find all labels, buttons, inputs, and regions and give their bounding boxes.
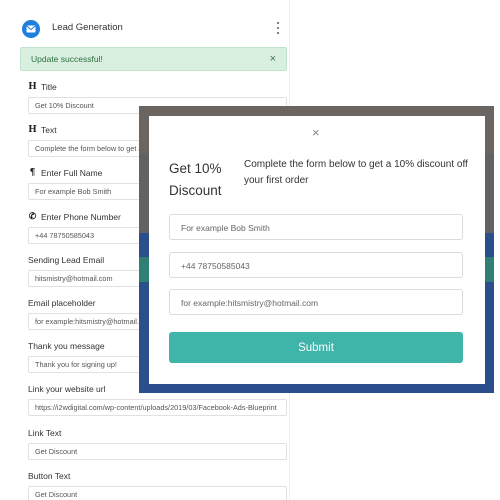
popup-description: Complete the form below to get a 10% dis… [244, 159, 468, 186]
website-url-input[interactable]: https://i2wdigital.com/wp-content/upload… [28, 399, 287, 416]
submit-button[interactable]: Submit [169, 332, 463, 363]
popup-modal: × Get 10% Discount Complete the form bel… [149, 116, 485, 384]
field-value: Get Discount [35, 447, 78, 456]
field-value: Get Discount [35, 490, 78, 499]
heading-icon: H [28, 125, 37, 135]
close-icon[interactable]: × [312, 126, 320, 140]
field-label-text: Title [41, 82, 57, 92]
field-label-text: Email placeholder [28, 298, 96, 308]
field-label-text: Link your website url [28, 384, 106, 394]
heading-icon: H [28, 82, 37, 92]
field-label-email-placeholder: Email placeholder [28, 298, 96, 308]
field-label-full-name: ¶ Enter Full Name [28, 168, 103, 178]
email-field[interactable]: for example:hitsmistry@hotmail.com [169, 289, 463, 315]
field-label-thank-you: Thank you message [28, 341, 105, 351]
field-label-text: Button Text [28, 471, 71, 481]
placeholder-text: +44 78750585043 [181, 261, 250, 271]
field-label-title: H Title [28, 82, 57, 92]
field-value: For example Bob Smith [35, 187, 112, 196]
placeholder-text: for example:hitsmistry@hotmail.com [181, 298, 319, 308]
field-label-text: Link Text [28, 428, 62, 438]
phone-field[interactable]: +44 78750585043 [169, 252, 463, 278]
panel-title: Lead Generation [52, 22, 123, 33]
field-value: Get 10% Discount [35, 101, 94, 110]
popup-preview: × Get 10% Discount Complete the form bel… [139, 106, 494, 393]
field-value: Complete the form below to get a [35, 144, 143, 153]
field-label-lead-email: Sending Lead Email [28, 255, 104, 265]
phone-icon: ✆ [28, 212, 37, 222]
field-value: https://i2wdigital.com/wp-content/upload… [35, 403, 277, 412]
field-label-text: Thank you message [28, 341, 105, 351]
popup-title: Get 10% Discount [169, 161, 222, 198]
field-label-text: Enter Full Name [41, 168, 103, 178]
button-text-input[interactable]: Get Discount [28, 486, 287, 500]
field-value: Thank you for signing up! [35, 360, 117, 369]
name-field[interactable]: For example Bob Smith [169, 214, 463, 240]
close-icon[interactable]: × [270, 52, 276, 66]
field-label-button-text: Button Text [28, 471, 70, 481]
success-alert: Update successful! × [20, 47, 287, 71]
field-value: for example:hitsmistry@hotmail.com [35, 317, 153, 326]
field-label-text-content: H Text [28, 125, 57, 135]
field-label-link-text: Link Text [28, 428, 61, 438]
envelope-icon [22, 20, 40, 38]
field-value: +44 78750585043 [35, 231, 95, 240]
field-label-text: Enter Phone Number [41, 212, 121, 222]
field-label-phone: ✆ Enter Phone Number [28, 212, 121, 222]
screen: Lead Generation Update successful! × H T… [0, 0, 500, 500]
link-text-input[interactable]: Get Discount [28, 443, 287, 460]
field-label-website-url: Link your website url [28, 384, 105, 394]
placeholder-text: For example Bob Smith [181, 223, 270, 233]
field-value: hitsmistry@hotmail.com [35, 274, 113, 283]
field-label-text: Sending Lead Email [28, 255, 105, 265]
paragraph-icon: ¶ [29, 168, 36, 178]
kebab-menu-icon[interactable] [273, 20, 283, 36]
alert-message: Update successful! [31, 54, 103, 64]
panel-header: Lead Generation [22, 18, 287, 40]
field-label-text: Text [41, 125, 57, 135]
